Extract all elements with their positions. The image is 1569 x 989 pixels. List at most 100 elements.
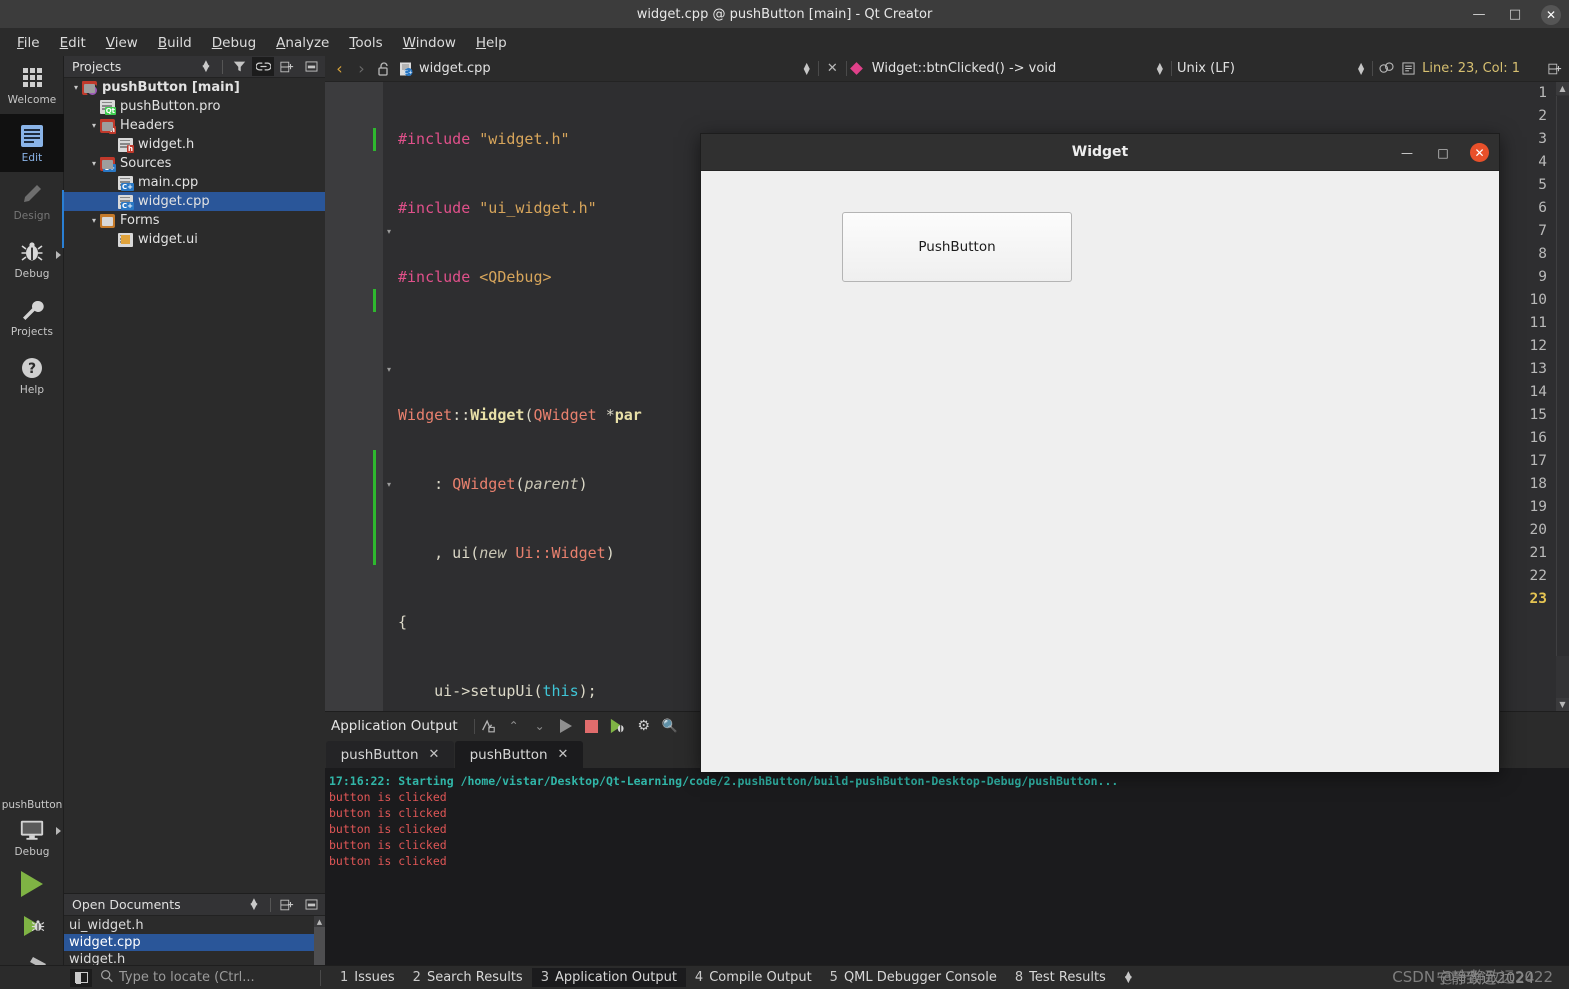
menu-help[interactable]: Help: [467, 32, 516, 54]
console-output[interactable]: 17:16:22: Starting /home/vistar/Desktop/…: [325, 768, 1569, 965]
toggle-sidebar-icon[interactable]: [70, 968, 92, 987]
output-pane-chevron-icon[interactable]: ▲ ▼: [1125, 970, 1132, 984]
text-wrap-icon[interactable]: [1400, 59, 1417, 79]
open-document-ui-widget-h[interactable]: ui_widget.h: [64, 917, 325, 934]
fold-toggle-icon[interactable]: ▾: [384, 473, 394, 496]
menu-window[interactable]: Window: [394, 32, 465, 54]
tree-twisty-icon[interactable]: ▾: [70, 83, 82, 92]
fold-toggle-icon[interactable]: ▾: [384, 358, 394, 381]
go-forward-icon[interactable]: ›: [353, 59, 370, 79]
editor-filename[interactable]: widget.cpp: [419, 61, 491, 76]
scroll-thumb[interactable]: [314, 927, 325, 967]
output-tab-2[interactable]: pushButton ✕: [455, 741, 583, 768]
close-panel-icon[interactable]: [300, 57, 322, 76]
menu-view[interactable]: View: [97, 32, 147, 54]
menu-build[interactable]: Build: [149, 32, 201, 54]
tree-item-headers[interactable]: ▾ h Headers: [64, 116, 325, 135]
output-tab-label: pushButton: [469, 746, 548, 763]
tree-item-widget-h[interactable]: h widget.h: [64, 135, 325, 154]
mode-welcome[interactable]: Welcome: [0, 56, 64, 114]
statusbar-tab-compile-output[interactable]: 4 Compile Output: [686, 968, 821, 987]
widget-application-window[interactable]: Widget — □ ✕ PushButton: [700, 133, 1500, 772]
menu-file[interactable]: FFileile: [8, 32, 49, 54]
mode-debug[interactable]: Debug: [0, 230, 64, 288]
close-icon[interactable]: ✕: [429, 747, 440, 762]
menu-edit[interactable]: Edit: [51, 32, 95, 54]
menu-tools[interactable]: Tools: [340, 32, 391, 54]
search-icon[interactable]: 🔍: [657, 714, 683, 738]
tree-item-main-cpp[interactable]: C+ main.cpp: [64, 173, 325, 192]
close-icon[interactable]: ✕: [1541, 4, 1561, 25]
mode-design[interactable]: Design: [0, 172, 64, 230]
statusbar-tab-application-output[interactable]: 3 Application Output: [531, 968, 686, 987]
filter-icon[interactable]: [228, 57, 250, 76]
editor-scrollbar[interactable]: ▲ ▼: [1556, 82, 1569, 711]
tree-twisty-icon[interactable]: ▾: [88, 216, 100, 225]
symbol-selector-chevron-icon[interactable]: ▲ ▼: [1154, 61, 1166, 75]
synchronize-link-icon[interactable]: [252, 57, 274, 76]
file-selector-chevron-icon[interactable]: ▲ ▼: [801, 61, 813, 75]
split-add-icon[interactable]: [276, 57, 298, 76]
mode-debug-label: Debug: [14, 267, 50, 280]
statusbar-tab-issues[interactable]: 1 Issues: [331, 968, 404, 987]
kit-selector[interactable]: Debug: [0, 811, 64, 863]
tree-item-label: Sources: [120, 156, 172, 171]
editor-symbol[interactable]: Widget::btnClicked() -> void: [872, 61, 1056, 76]
tree-item-widget-cpp[interactable]: C+ widget.cpp: [64, 192, 325, 211]
gear-icon[interactable]: ⚙: [631, 714, 657, 738]
output-settings-icon[interactable]: [475, 714, 501, 738]
scroll-up-icon[interactable]: ▲: [1556, 82, 1569, 95]
panel-selector-chevron-icon[interactable]: ▲ ▼: [195, 57, 217, 76]
tree-item-widget-ui[interactable]: widget.ui: [64, 230, 325, 249]
rerun-icon[interactable]: [553, 714, 579, 738]
close-document-icon[interactable]: ✕: [824, 59, 841, 79]
maximize-icon[interactable]: □: [1505, 5, 1525, 25]
minimize-icon[interactable]: —: [1469, 5, 1489, 25]
push-button[interactable]: PushButton: [842, 212, 1072, 282]
fold-toggle-icon[interactable]: ▾: [384, 220, 394, 243]
statusbar-tab-test-results[interactable]: 8 Test Results: [1006, 968, 1115, 987]
mode-help[interactable]: ? Help: [0, 346, 64, 404]
menu-debug[interactable]: Debug: [203, 32, 265, 54]
close-icon[interactable]: ✕: [1470, 143, 1489, 162]
go-back-icon[interactable]: ‹: [331, 59, 348, 79]
unlock-icon[interactable]: [375, 59, 392, 79]
encoding-chevron-icon[interactable]: ▲ ▼: [1355, 61, 1367, 75]
tree-item-forms[interactable]: ▾ Forms: [64, 211, 325, 230]
split-add-icon[interactable]: [276, 895, 298, 914]
close-icon[interactable]: ✕: [558, 747, 569, 762]
grid-icon: [19, 65, 45, 91]
tree-item-sources[interactable]: ▾ C+ Sources: [64, 154, 325, 173]
minimize-icon[interactable]: —: [1398, 144, 1416, 162]
close-panel-icon[interactable]: [300, 895, 322, 914]
debug-chevron-icon[interactable]: [56, 251, 61, 259]
split-add-icon[interactable]: [1546, 59, 1563, 79]
previous-item-icon[interactable]: ⌃: [501, 714, 527, 738]
scroll-up-icon[interactable]: ▲: [314, 916, 325, 927]
tree-twisty-icon[interactable]: ▾: [88, 159, 100, 168]
locator[interactable]: Type to locate (Ctrl...: [100, 969, 310, 987]
open-docs-chevron-icon[interactable]: ▲ ▼: [243, 895, 265, 914]
line-ending-selector[interactable]: Unix (LF): [1177, 61, 1235, 76]
tree-item-pushbutton-main[interactable]: ▾ pushButton [main]: [64, 78, 325, 97]
tree-twisty-icon[interactable]: ▾: [88, 121, 100, 130]
output-tab-1[interactable]: pushButton ✕: [326, 741, 454, 768]
scroll-down-icon[interactable]: ▼: [1556, 698, 1569, 711]
kit-chevron-icon[interactable]: [56, 827, 61, 835]
tree-item-pushbutton-pro[interactable]: Qt pushButton.pro: [64, 97, 325, 116]
mode-edit[interactable]: Edit: [0, 114, 64, 172]
menu-analyze[interactable]: Analyze: [267, 32, 338, 54]
run-button[interactable]: [0, 863, 64, 905]
next-item-icon[interactable]: ⌄: [527, 714, 553, 738]
open-document-widget-cpp[interactable]: widget.cpp: [64, 934, 325, 951]
scroll-thumb[interactable]: [1556, 96, 1569, 656]
start-debugging-button[interactable]: [0, 905, 64, 947]
statusbar-tab-search-results[interactable]: 2 Search Results: [404, 968, 532, 987]
debug-rerun-icon[interactable]: [605, 714, 631, 738]
project-tree[interactable]: ▾ pushButton [main] Qt pushButton.pro ▾ h Head…: [64, 78, 325, 989]
statusbar-tab-qml-debugger-console[interactable]: 5 QML Debugger Console: [821, 968, 1006, 987]
split-editor-icon[interactable]: [1378, 59, 1395, 79]
maximize-icon[interactable]: □: [1434, 144, 1452, 162]
mode-projects[interactable]: Projects: [0, 288, 64, 346]
stop-icon[interactable]: [579, 714, 605, 738]
